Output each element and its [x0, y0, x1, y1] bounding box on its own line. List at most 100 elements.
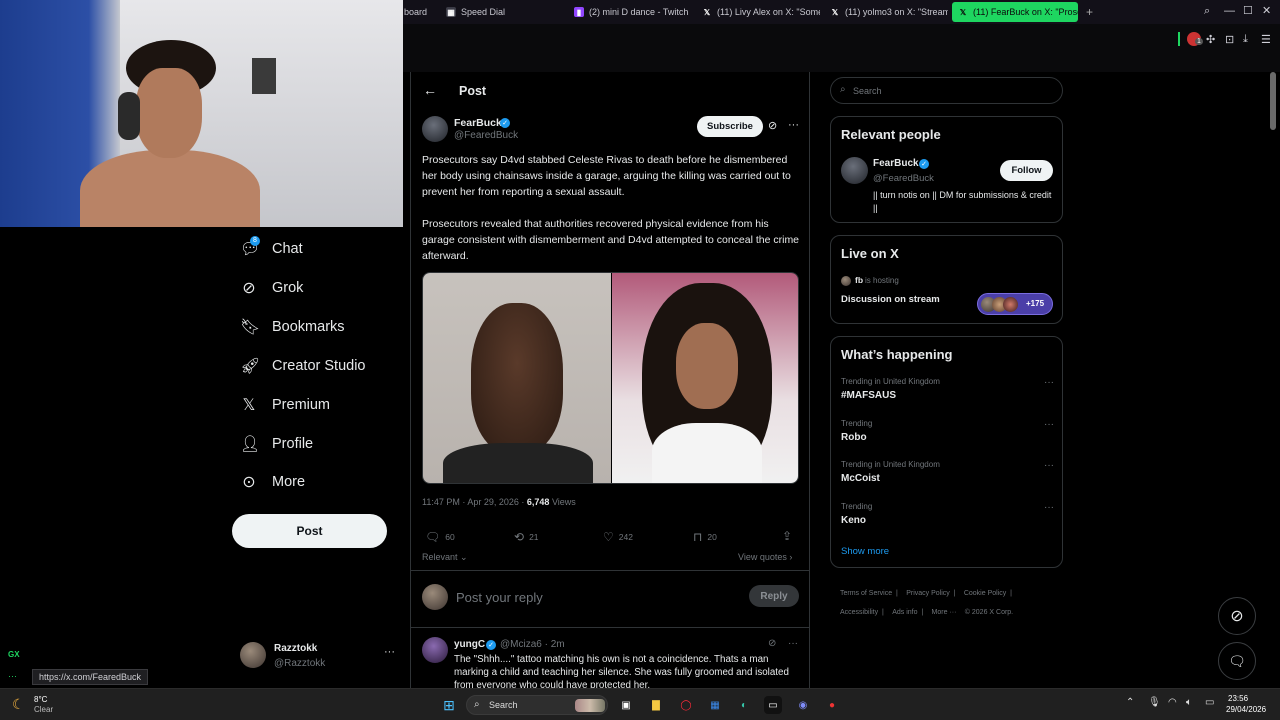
tab-livy-alex[interactable]: 𝕏 (11) Livy Alex on X: "Some — [696, 2, 820, 22]
nav-grok[interactable]: ⊘ Grok — [240, 278, 303, 298]
nav-premium[interactable]: 𝕏 Premium — [240, 395, 330, 415]
show-more-link[interactable]: Show more — [841, 546, 889, 557]
tab-twitch[interactable]: ▮ (2) mini D dance - Twitch — [568, 2, 690, 22]
moon-weather-icon[interactable]: ☾ — [12, 696, 25, 713]
tab-fearbuck-active[interactable]: 𝕏 (11) FearBuck on X: "Prose — [952, 2, 1078, 22]
windows-start-icon[interactable]: ⊞ — [440, 696, 458, 714]
sidebar-dots-icon[interactable]: ··· — [8, 671, 17, 681]
store-icon[interactable]: ▦ — [706, 696, 724, 714]
follow-button[interactable]: Follow — [1000, 160, 1053, 181]
trend-item[interactable]: Trending Keno ··· — [831, 500, 1062, 536]
maximize-icon[interactable]: ☐ — [1243, 4, 1253, 17]
download-icon[interactable]: ⤓ — [1243, 33, 1248, 46]
reply-sort-dropdown[interactable]: Relevant ⌄ — [422, 552, 468, 563]
post-author-handle[interactable]: @FearedBuck — [454, 130, 518, 141]
headset — [118, 92, 140, 140]
reply-button[interactable]: Reply — [749, 585, 799, 607]
lock-icon[interactable]: ⊡ — [1225, 33, 1234, 46]
live-title: Live on X — [841, 246, 899, 261]
webcam-overlay — [0, 0, 403, 227]
share-icon[interactable]: ⇪ — [782, 529, 792, 543]
terms-link[interactable]: Terms of Service — [840, 590, 892, 597]
main-column: ← Post FearBuck ✓ @FearedBuck Subscribe … — [410, 72, 810, 688]
person-avatar[interactable] — [841, 157, 868, 184]
task-view-icon[interactable]: ▣ — [617, 696, 635, 714]
nav-creator-studio[interactable]: 🚀︎ Creator Studio — [240, 356, 366, 376]
x-logo-icon: 𝕏 — [703, 7, 711, 17]
clock-date[interactable]: 29/04/2026 — [1226, 705, 1266, 714]
post-timestamp: 11:47 PM · Apr 29, 2026 · — [422, 497, 527, 507]
back-arrow-icon[interactable]: ← — [423, 82, 437, 98]
taskbar-search[interactable]: ⌕ Search — [466, 695, 608, 715]
messages-floating-button[interactable]: 🗨︎ — [1218, 642, 1256, 680]
mic-icon[interactable]: 🎙︎ — [1148, 697, 1161, 708]
live-topic[interactable]: Discussion on stream — [841, 294, 940, 305]
person-name[interactable]: FearBuck — [873, 158, 919, 169]
new-tab-button[interactable]: + — [1080, 2, 1096, 22]
more-link[interactable]: More ··· — [932, 609, 957, 616]
trend-more-icon[interactable]: ··· — [1044, 377, 1054, 388]
bookmark-action[interactable]: ⊓ 20 — [693, 530, 717, 544]
more-options-icon[interactable]: ··· — [788, 119, 799, 131]
opera-gx-icon[interactable]: ◯ — [677, 696, 695, 714]
view-quotes-link[interactable]: View quotes › — [738, 552, 792, 562]
reply-action[interactable]: 🗨︎ 60 — [425, 530, 455, 544]
post-author-name[interactable]: FearBuck — [454, 117, 502, 129]
file-explorer-icon[interactable]: ▇ — [647, 696, 665, 714]
clock-time[interactable]: 23:56 — [1228, 694, 1248, 703]
tab-speed-dial[interactable]: ▦ Speed Dial — [440, 2, 560, 22]
battery-icon[interactable]: ▭ — [1205, 697, 1214, 708]
post-author-avatar[interactable] — [422, 116, 448, 142]
nav-bookmarks[interactable]: 🔖︎ Bookmarks — [240, 317, 345, 337]
cookie-link[interactable]: Cookie Policy — [964, 590, 1006, 597]
reply-author-avatar[interactable] — [422, 637, 448, 663]
grok-explain-icon[interactable]: ⊘ — [768, 638, 776, 649]
account-switcher[interactable]: Razztokk @Razztokk ··· — [240, 640, 400, 674]
close-icon[interactable]: ✕ — [1262, 4, 1271, 17]
minimize-icon[interactable]: — — [1224, 5, 1235, 17]
trend-item[interactable]: Trending in United Kingdom #MAFSAUS ··· — [831, 375, 1062, 411]
trend-more-icon[interactable]: ··· — [1044, 502, 1054, 513]
nav-profile[interactable]: 👤︎ Profile — [240, 434, 313, 454]
puzzle-icon[interactable]: ✣ — [1206, 33, 1215, 46]
search-input[interactable]: Search — [853, 86, 882, 96]
search-tabs-icon[interactable]: ⌕ — [1204, 5, 1210, 18]
grok-floating-button[interactable]: ⊘ — [1218, 597, 1256, 635]
terminal-icon[interactable]: ▭ — [764, 696, 782, 714]
wifi-icon[interactable]: ◠ — [1168, 697, 1177, 708]
post-button[interactable]: Post — [232, 514, 387, 548]
accessibility-link[interactable]: Accessibility — [840, 609, 878, 616]
like-action[interactable]: ♡ 242 — [603, 530, 633, 544]
repost-action[interactable]: ⟲ 21 — [514, 530, 539, 544]
chevron-up-icon[interactable]: ⌃ — [1126, 697, 1134, 708]
trend-more-icon[interactable]: ··· — [1044, 460, 1054, 471]
page-scrollbar[interactable] — [1270, 72, 1276, 130]
divider — [411, 570, 809, 571]
trend-item[interactable]: Trending Robo ··· — [831, 417, 1062, 453]
post-image-right[interactable] — [612, 273, 798, 483]
search-box[interactable]: ⌕ Search — [830, 77, 1063, 104]
reply-author-name[interactable]: yungC — [454, 639, 485, 650]
tab-yolmo3[interactable]: 𝕏 (11) yolmo3 on X: "Stream — [824, 2, 948, 22]
edge-icon[interactable]: ◐ — [735, 696, 753, 714]
more-options-icon[interactable]: ··· — [788, 638, 798, 649]
subscribe-button[interactable]: Subscribe — [697, 116, 763, 137]
volume-icon[interactable]: 🔈︎ — [1186, 697, 1192, 708]
post-media[interactable] — [422, 272, 799, 484]
nav-more[interactable]: ⊙ More — [240, 472, 305, 492]
search-icon: ⌕ — [840, 84, 846, 95]
nav-more-label: More — [272, 474, 306, 490]
trend-more-icon[interactable]: ··· — [1044, 419, 1054, 430]
post-image-left[interactable] — [423, 273, 611, 483]
privacy-link[interactable]: Privacy Policy — [906, 590, 950, 597]
trend-item[interactable]: Trending in United Kingdom McCoist ··· — [831, 458, 1062, 494]
live-listeners-pill[interactable]: +175 — [977, 293, 1053, 315]
ads-info-link[interactable]: Ads info — [892, 609, 917, 616]
grok-explain-icon[interactable]: ⊘ — [768, 119, 777, 132]
tab-dashboard[interactable]: board — [398, 2, 442, 22]
reply-input[interactable]: Post your reply — [456, 590, 543, 605]
weather-temp[interactable]: 8°C — [34, 695, 47, 704]
menu-icon[interactable]: ☰ — [1261, 33, 1271, 46]
discord-icon[interactable]: ◉ — [794, 696, 812, 714]
opera-icon[interactable]: ● — [823, 696, 841, 714]
